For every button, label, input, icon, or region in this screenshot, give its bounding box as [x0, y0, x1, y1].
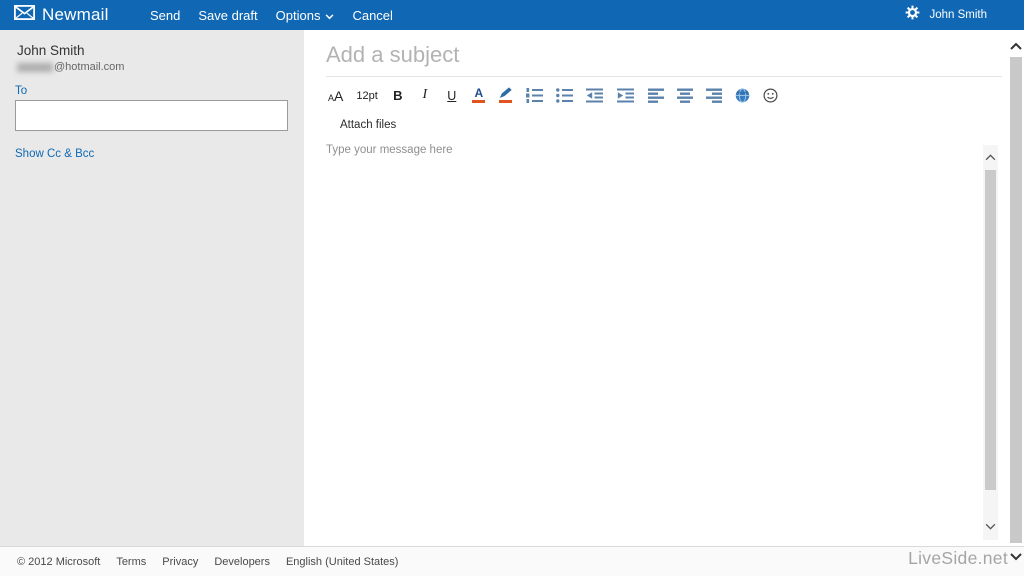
signed-in-user[interactable]: John Smith [929, 9, 987, 21]
liveside-watermark: LiveSide.net [908, 548, 1008, 568]
align-left-icon [647, 88, 664, 103]
envelope-icon [14, 5, 36, 25]
decrease-indent-icon [585, 88, 604, 103]
increase-indent-button[interactable] [616, 85, 635, 103]
gear-icon[interactable] [905, 5, 920, 25]
align-right-icon [705, 88, 722, 103]
attach-files-button[interactable]: Attach files [340, 119, 396, 131]
cancel-button[interactable]: Cancel [352, 8, 392, 23]
bullet-list-button[interactable] [555, 85, 573, 103]
smiley-icon [763, 88, 778, 103]
font-size-button[interactable]: 12pt [356, 85, 377, 103]
page-scroll-up-arrow-icon[interactable] [1007, 38, 1024, 54]
italic-button[interactable]: I [418, 85, 432, 103]
font-color-swatch [472, 100, 486, 103]
page-scrollbar [1007, 30, 1024, 576]
underline-button[interactable]: U [445, 85, 459, 103]
options-menu-button[interactable]: Options [276, 8, 335, 23]
align-left-button[interactable] [647, 85, 664, 103]
to-recipients-input[interactable] [15, 100, 288, 131]
scroll-up-arrow-icon[interactable] [983, 149, 998, 165]
message-scrollbar-thumb[interactable] [985, 170, 996, 490]
globe-icon [735, 88, 750, 103]
sender-email-domain: @hotmail.com [54, 61, 125, 73]
sender-name: John Smith [17, 43, 85, 58]
message-body-input[interactable]: Type your message here [326, 144, 453, 156]
bullet-list-icon [555, 88, 573, 103]
numbered-list-icon [525, 88, 543, 103]
app-logo[interactable]: Newmail [14, 0, 109, 30]
newmail-compose-screen: Newmail Send Save draft Options Cancel J… [0, 0, 1024, 576]
highlight-color-button[interactable] [499, 85, 513, 103]
page-scrollbar-thumb[interactable] [1010, 57, 1022, 543]
formatting-toolbar: AA 12pt B I U A [328, 83, 778, 105]
scroll-down-arrow-icon[interactable] [983, 518, 998, 534]
save-draft-button[interactable]: Save draft [198, 8, 257, 23]
app-name: Newmail [42, 5, 109, 24]
align-center-button[interactable] [676, 85, 693, 103]
footer-link-developers[interactable]: Developers [214, 556, 270, 568]
font-color-button[interactable]: A [472, 85, 486, 103]
footer: © 2012 Microsoft Terms Privacy Developer… [0, 546, 1024, 576]
footer-link-terms[interactable]: Terms [116, 556, 146, 568]
compose-action-bar: Send Save draft Options Cancel [150, 0, 393, 30]
send-button[interactable]: Send [150, 8, 180, 23]
copyright-text: © 2012 Microsoft [17, 555, 101, 568]
compose-main-area: Add a subject AA 12pt B I U A Attach fil… [304, 30, 1024, 546]
insert-link-button[interactable] [735, 85, 750, 103]
highlighter-pen-icon [499, 87, 513, 99]
increase-indent-icon [616, 88, 635, 103]
compose-sidebar: John Smith @hotmail.com To Show Cc & Bcc [0, 30, 304, 546]
align-right-button[interactable] [705, 85, 722, 103]
subject-divider [326, 76, 1002, 77]
to-field-label: To [15, 85, 28, 97]
page-scroll-down-arrow-icon[interactable] [1007, 549, 1024, 565]
top-app-bar: Newmail Send Save draft Options Cancel J… [0, 0, 1024, 30]
message-scrollbar [983, 145, 998, 540]
numbered-list-button[interactable] [525, 85, 543, 103]
chevron-down-icon [325, 8, 334, 23]
sender-email: @hotmail.com [17, 61, 124, 73]
footer-link-privacy[interactable]: Privacy [162, 556, 198, 568]
align-center-icon [676, 88, 693, 103]
emoticon-button[interactable] [763, 85, 778, 103]
subject-input[interactable]: Add a subject [326, 42, 459, 68]
topbar-user-area: John Smith [905, 0, 987, 30]
font-family-button[interactable]: AA [328, 85, 343, 103]
highlight-color-swatch [499, 100, 513, 103]
decrease-indent-button[interactable] [585, 85, 604, 103]
footer-link-language[interactable]: English (United States) [286, 556, 399, 568]
sender-email-redacted [17, 62, 53, 72]
show-cc-bcc-link[interactable]: Show Cc & Bcc [15, 148, 94, 160]
bold-button[interactable]: B [391, 85, 405, 103]
